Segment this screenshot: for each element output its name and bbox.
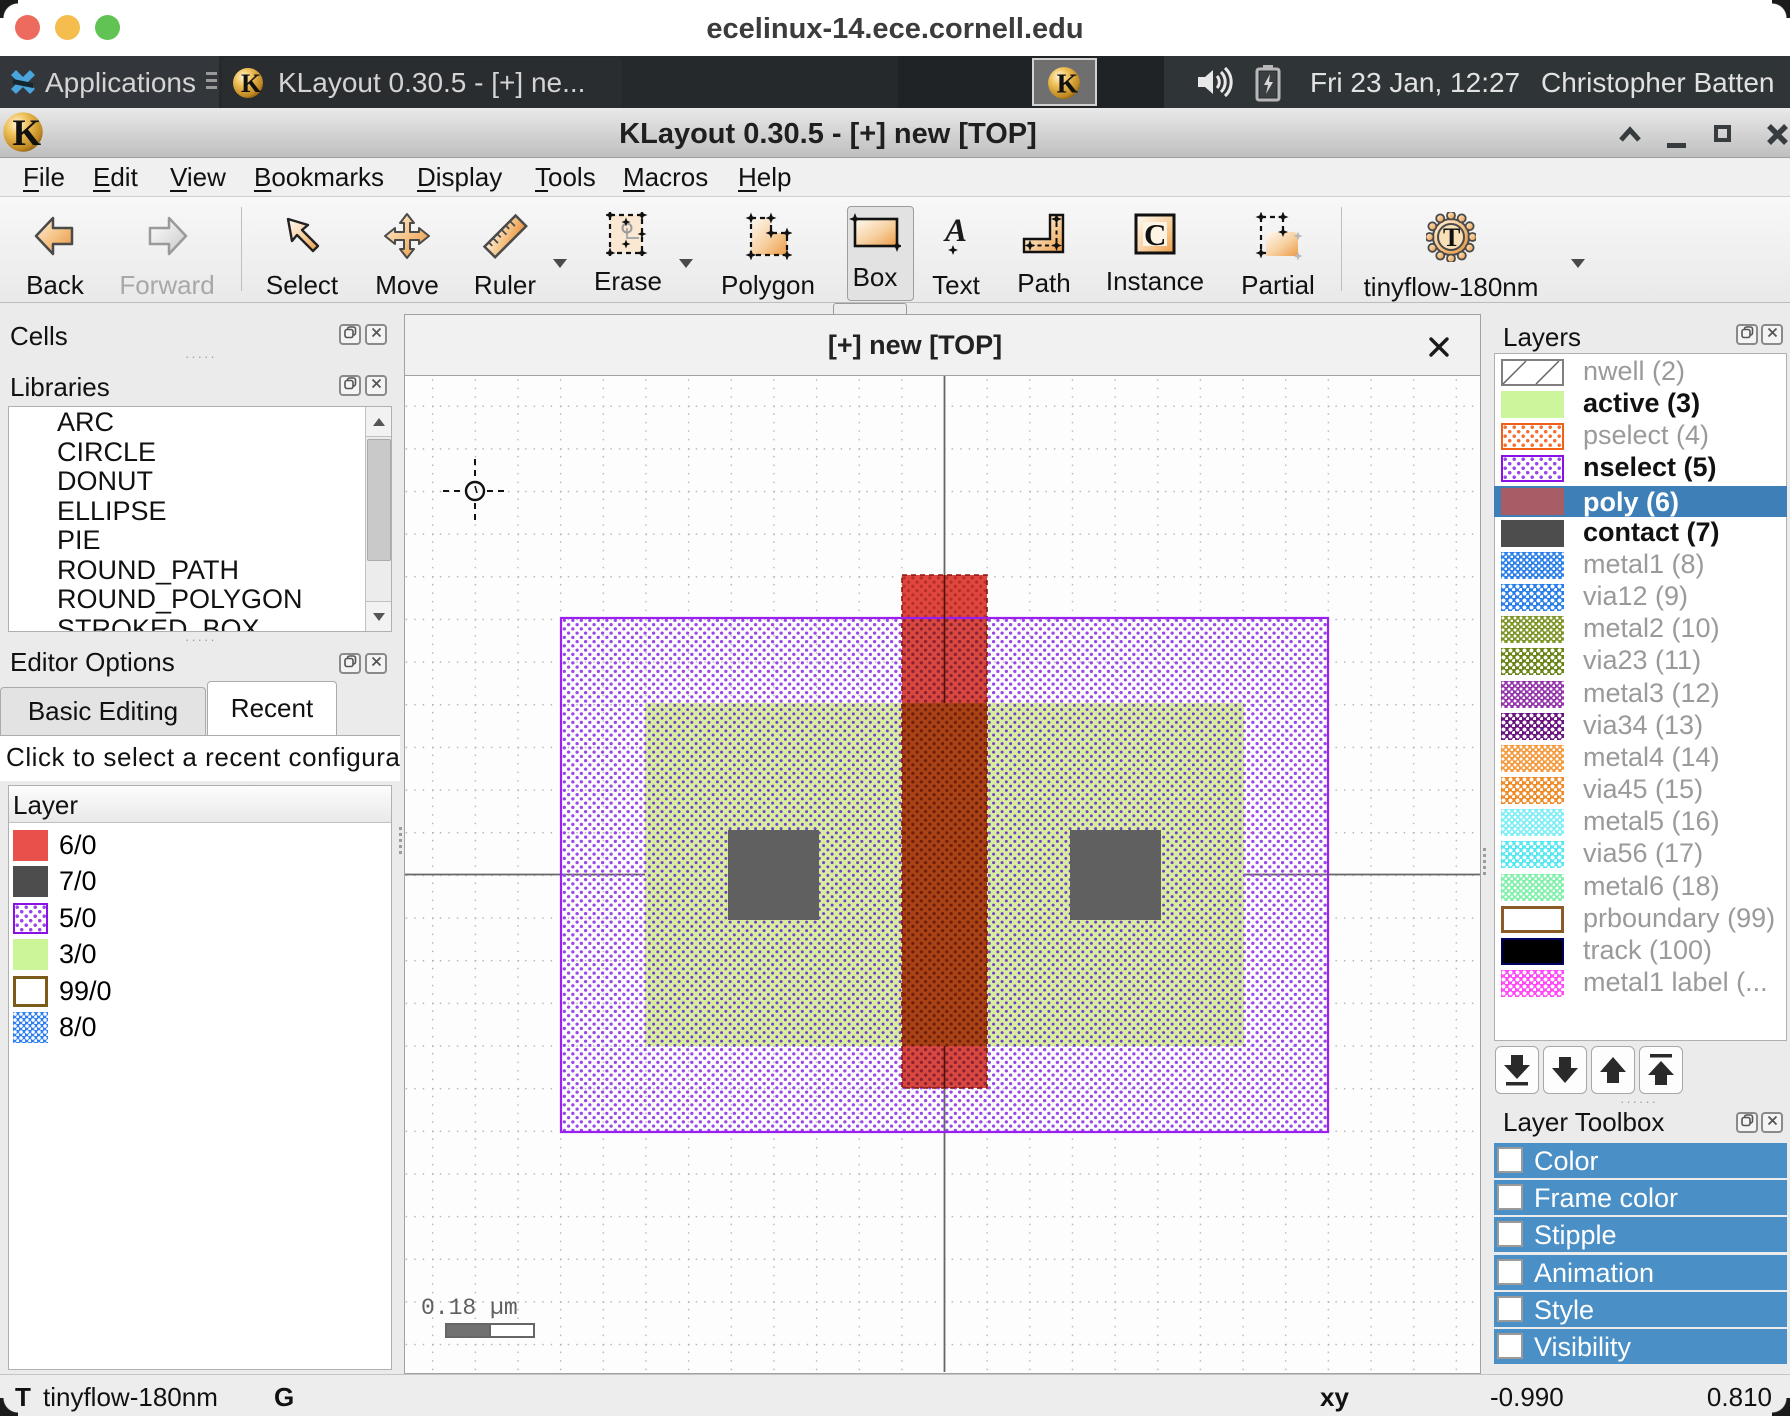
svg-text:C: C xyxy=(1144,217,1166,252)
svg-text:T: T xyxy=(1443,223,1460,252)
svg-text:A: A xyxy=(943,213,967,249)
svg-text:K: K xyxy=(241,69,262,98)
svg-text:0.18 µm: 0.18 µm xyxy=(421,1295,518,1321)
svg-text:K: K xyxy=(1057,68,1079,99)
